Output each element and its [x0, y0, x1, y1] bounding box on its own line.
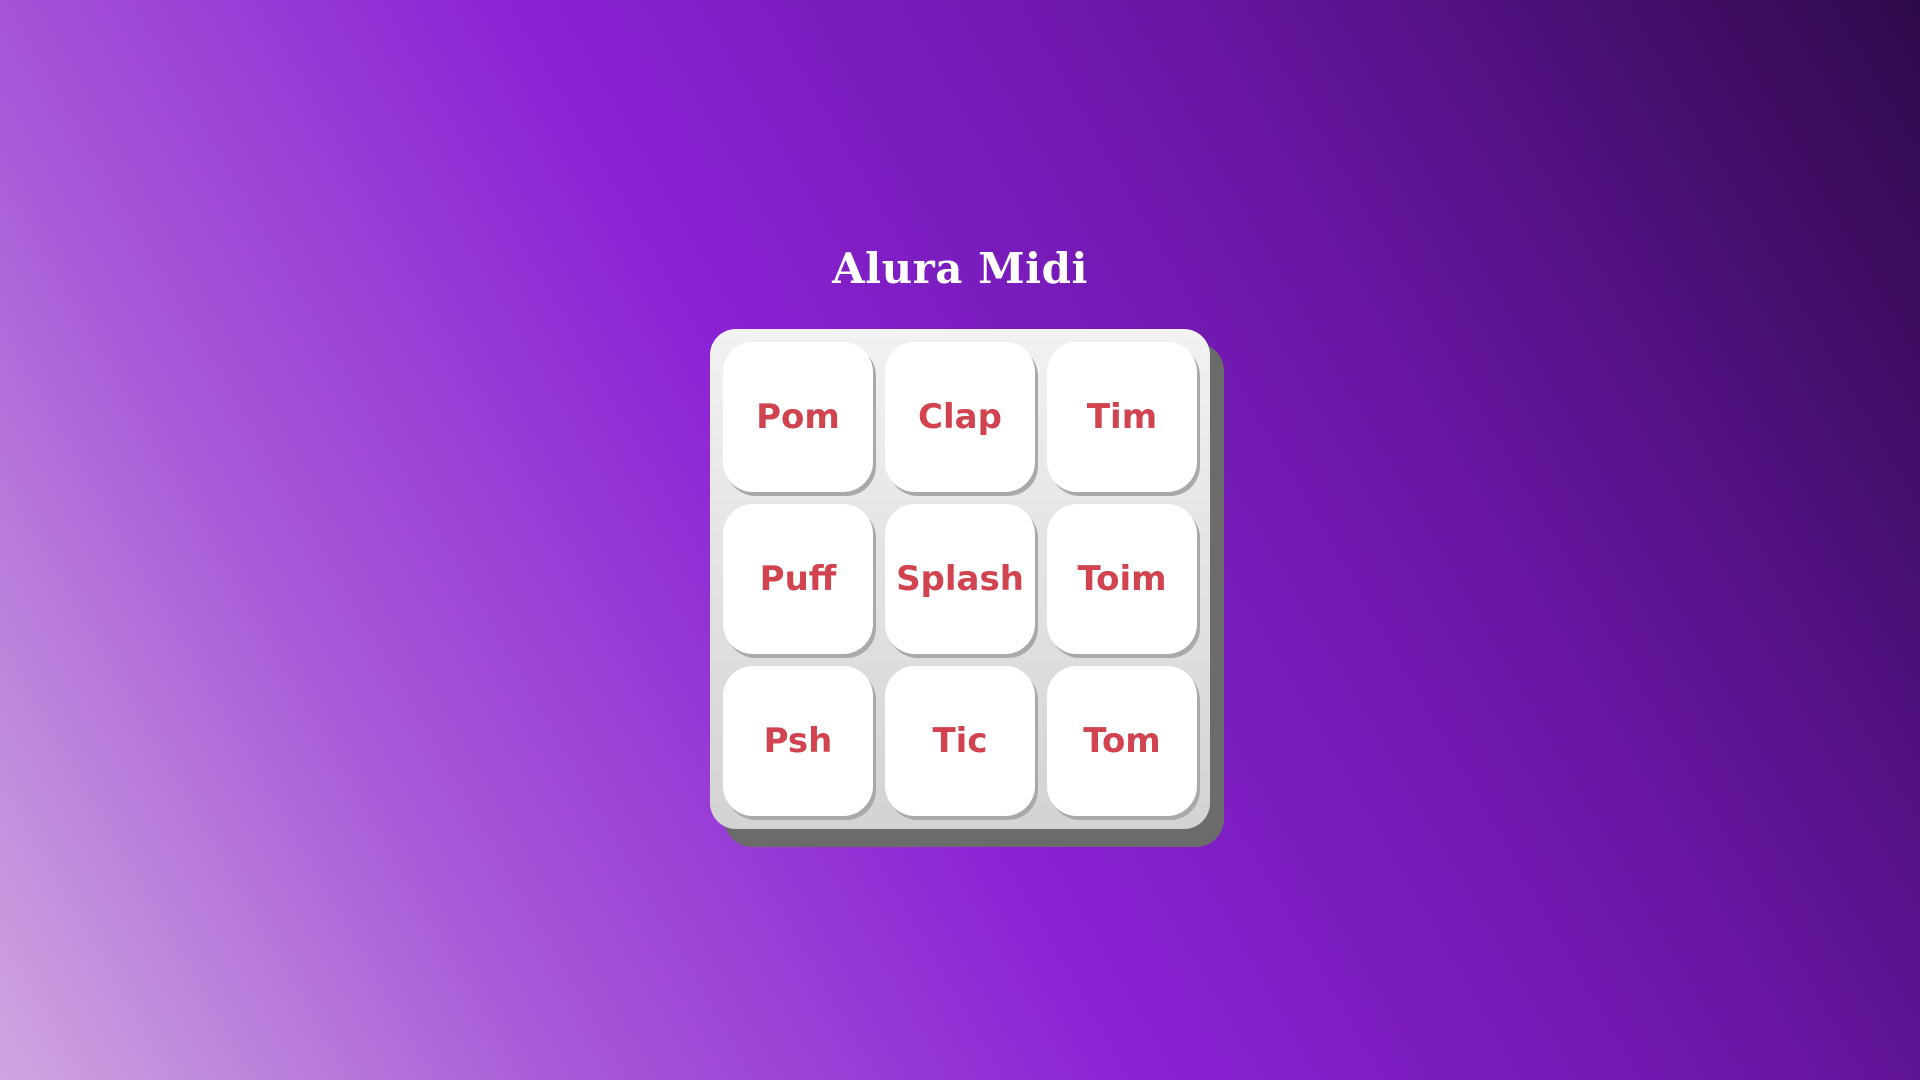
key-puff[interactable]: Puff — [723, 504, 873, 654]
midi-pad: Pom Clap Tim Puff Splash Toim Psh Tic To… — [710, 329, 1224, 847]
key-tim[interactable]: Tim — [1047, 342, 1197, 492]
key-clap[interactable]: Clap — [885, 342, 1035, 492]
key-splash[interactable]: Splash — [885, 504, 1035, 654]
key-grid: Pom Clap Tim Puff Splash Toim Psh Tic To… — [710, 329, 1210, 829]
page-title: Alura Midi — [832, 244, 1088, 293]
key-toim[interactable]: Toim — [1047, 504, 1197, 654]
key-psh[interactable]: Psh — [723, 666, 873, 816]
key-tic[interactable]: Tic — [885, 666, 1035, 816]
key-pom[interactable]: Pom — [723, 342, 873, 492]
key-tom[interactable]: Tom — [1047, 666, 1197, 816]
